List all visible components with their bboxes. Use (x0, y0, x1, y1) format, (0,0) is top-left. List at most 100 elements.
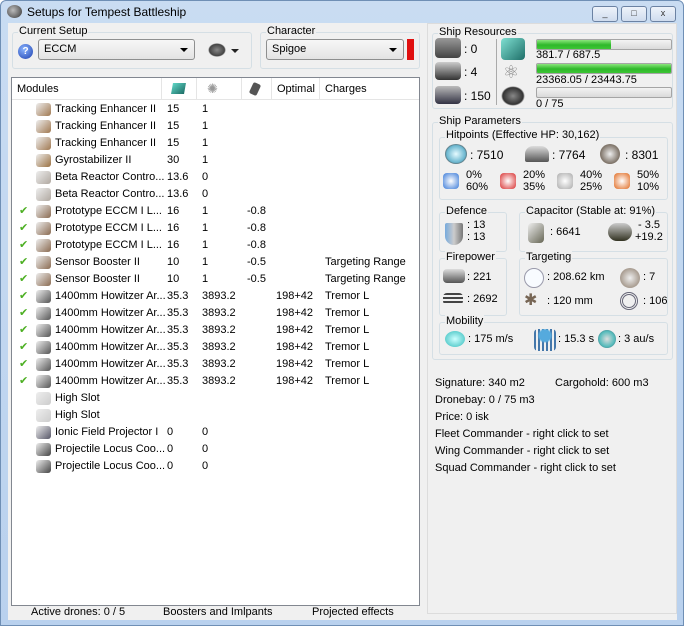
current-setup-label: Current Setup (18, 25, 89, 37)
header-power[interactable]: ✺ (197, 78, 242, 100)
close-button[interactable]: x (650, 6, 676, 22)
module-icon (36, 341, 51, 354)
module-row[interactable]: ✔ 1400mm Howitzer Ar... 35.3 3893.2 198+42 Tr… (12, 339, 419, 356)
module-row[interactable]: ✔ Sensor Booster II 10 1 -0.5 Targeting Range (12, 271, 419, 288)
module-row[interactable]: Beta Reactor Contro... 13.6 0 (12, 169, 419, 186)
active-check-icon[interactable]: ✔ (19, 271, 28, 288)
header-modules[interactable]: Modules (12, 78, 162, 100)
armor-hp: : 7764 (552, 148, 586, 162)
launcher-slots-value: : 4 (464, 65, 478, 79)
signature-value: Signature: 340 m2 (435, 377, 525, 389)
active-check-icon[interactable]: ✔ (19, 356, 28, 373)
module-row[interactable]: ✔ Prototype ECCM I L... 16 1 -0.8 (12, 237, 419, 254)
character-status-indicator (407, 39, 414, 60)
header-optimal[interactable]: Optimal (272, 78, 320, 100)
active-check-icon[interactable]: ✔ (19, 288, 28, 305)
app-icon (7, 5, 22, 18)
module-cpu: 0 (167, 426, 174, 438)
active-check-icon[interactable]: ✔ (19, 305, 28, 322)
header-charges[interactable]: Charges (320, 78, 419, 100)
module-name: Prototype ECCM I L... (55, 239, 162, 251)
module-row[interactable]: Projectile Locus Coo... 0 0 (12, 441, 419, 458)
velocity-icon (445, 331, 465, 347)
module-row[interactable]: ✔ Sensor Booster II 10 1 -0.5 Targeting Range (12, 254, 419, 271)
module-icon (36, 460, 51, 473)
module-row[interactable]: ✔ 1400mm Howitzer Ar... 35.3 3893.2 198+42 Tr… (12, 322, 419, 339)
module-name: 1400mm Howitzer Ar... (55, 307, 166, 319)
module-cpu: 35.3 (167, 375, 189, 387)
module-power: 3893.2 (202, 307, 236, 319)
module-charges: Tremor L (325, 290, 370, 302)
ship-menu-icon[interactable] (208, 43, 226, 57)
module-optimal: 198+42 (276, 307, 314, 319)
header-cpu[interactable] (162, 78, 197, 100)
setup-combo[interactable]: ECCM (38, 39, 195, 60)
active-check-icon[interactable]: ✔ (19, 339, 28, 356)
active-check-icon[interactable]: ✔ (19, 254, 28, 271)
active-check-icon[interactable]: ✔ (19, 203, 28, 220)
module-row[interactable]: High Slot (12, 407, 419, 424)
module-power: 0 (202, 460, 209, 472)
chevron-down-icon[interactable] (231, 49, 239, 53)
minimize-button[interactable]: _ (592, 6, 618, 22)
module-row[interactable]: Tracking Enhancer II 15 1 (12, 101, 419, 118)
modules-list[interactable]: Modules ✺ Optimal Charges Tracking Enhan… (11, 77, 420, 606)
module-cpu: 35.3 (167, 341, 189, 353)
current-setup-group: Current Setup ? ECCM (12, 25, 252, 69)
resist-kinetic-icon (557, 173, 573, 189)
module-row[interactable]: High Slot (12, 390, 419, 407)
window: Setups for Tempest Battleship _ □ x Curr… (0, 0, 684, 626)
module-name: Prototype ECCM I L... (55, 222, 162, 234)
module-row[interactable]: ✔ 1400mm Howitzer Ar... 35.3 3893.2 198+42 Tr… (12, 305, 419, 322)
setup-value: ECCM (44, 43, 77, 55)
maximize-button[interactable]: □ (621, 6, 647, 22)
module-power: 0 (202, 171, 209, 183)
help-icon[interactable]: ? (18, 44, 33, 59)
projected-effects-link[interactable]: Projected effects (312, 606, 394, 618)
active-drones-label[interactable]: Active drones: 0 / 5 (31, 606, 125, 618)
module-row[interactable]: ✔ Prototype ECCM I L... 16 1 -0.8 (12, 220, 419, 237)
module-cpu: 16 (167, 239, 180, 251)
module-row[interactable]: ✔ Prototype ECCM I L... 16 1 -0.8 (12, 203, 419, 220)
resist-armor-value: 10% (637, 181, 660, 193)
module-row[interactable]: Projectile Locus Coo... 0 0 (12, 458, 419, 475)
defence-label: Defence (445, 205, 488, 217)
resist-shield-value: 50% (637, 169, 660, 181)
module-cpu: 35.3 (167, 307, 189, 319)
price-value: Price: 0 isk (435, 411, 489, 423)
dps-value: : 2692 (467, 293, 498, 305)
header-capacitor[interactable] (242, 78, 272, 100)
module-name: Tracking Enhancer II (55, 120, 157, 132)
dronebay-value: Dronebay: 0 / 75 m3 (435, 394, 535, 406)
module-row[interactable]: ✔ 1400mm Howitzer Ar... 35.3 3893.2 198+42 Tr… (12, 373, 419, 390)
active-check-icon[interactable]: ✔ (19, 373, 28, 390)
module-row[interactable]: ✔ 1400mm Howitzer Ar... 35.3 3893.2 198+42 Tr… (12, 288, 419, 305)
module-row[interactable]: Tracking Enhancer II 15 1 (12, 135, 419, 152)
dps-icon (443, 293, 463, 305)
volley-value: : 221 (467, 271, 492, 283)
module-row[interactable]: Gyrostabilizer II 30 1 (12, 152, 419, 169)
module-row[interactable]: Ionic Field Projector I 0 0 (12, 424, 419, 441)
drone-bandwidth-bar (536, 87, 672, 98)
boosters-implants-link[interactable]: Boosters and Imlpants (163, 606, 272, 618)
module-charges: Tremor L (325, 341, 370, 353)
fleet-commander-slot[interactable]: Fleet Commander - right click to set (435, 428, 609, 440)
active-check-icon[interactable]: ✔ (19, 220, 28, 237)
module-row[interactable]: Tracking Enhancer II 15 1 (12, 118, 419, 135)
module-icon (36, 375, 51, 388)
module-charges: Tremor L (325, 307, 370, 319)
module-row[interactable]: ✔ 1400mm Howitzer Ar... 35.3 3893.2 198+42 Tr… (12, 356, 419, 373)
chevron-down-icon (389, 48, 397, 52)
ship-parameters-group: Ship Parameters Hitpoints (Effective HP:… (432, 115, 673, 360)
module-row[interactable]: Beta Reactor Contro... 13.6 0 (12, 186, 419, 203)
character-combo[interactable]: Spigoe (266, 39, 404, 60)
active-check-icon[interactable]: ✔ (19, 322, 28, 339)
resist-armor-value: 25% (580, 181, 603, 193)
module-power: 0 (202, 188, 209, 200)
module-name: 1400mm Howitzer Ar... (55, 375, 166, 387)
module-icon (36, 171, 51, 184)
targeting-range-value: : 208.62 km (547, 271, 605, 283)
wing-commander-slot[interactable]: Wing Commander - right click to set (435, 445, 609, 457)
active-check-icon[interactable]: ✔ (19, 237, 28, 254)
squad-commander-slot[interactable]: Squad Commander - right click to set (435, 462, 616, 474)
